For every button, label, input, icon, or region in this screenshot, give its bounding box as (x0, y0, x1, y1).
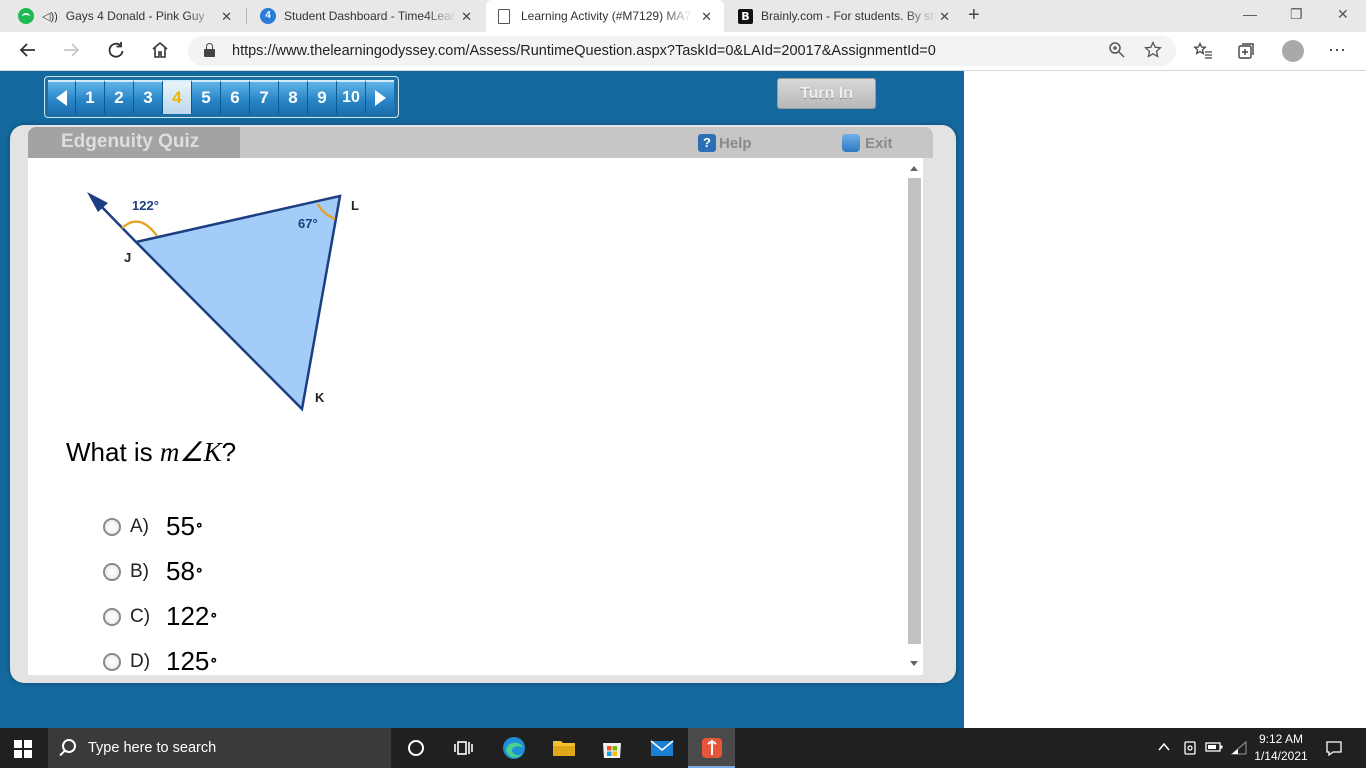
triangle-figure: 122° 67° J L K (87, 192, 359, 412)
vertex-l-label: L (351, 198, 359, 213)
radio-button[interactable] (103, 517, 121, 536)
choice-letter: D) (130, 650, 151, 672)
choice-c[interactable]: C) 122∘ (103, 601, 218, 632)
question-suffix: ? (221, 437, 237, 467)
scroll-down-icon[interactable] (910, 661, 918, 666)
exit-button[interactable]: Exit (842, 134, 893, 152)
system-clock[interactable]: 9:12 AM 1/14/2021 (1246, 731, 1316, 765)
question-prefix: What is (66, 437, 160, 467)
choice-value: 122∘ (166, 601, 218, 632)
exit-icon (842, 134, 860, 152)
radio-button[interactable] (103, 652, 121, 671)
collections-icon[interactable] (1237, 42, 1255, 65)
angle-l-label: 67° (298, 216, 318, 231)
task-view-icon[interactable] (451, 736, 477, 760)
degree-symbol: ∘ (194, 561, 204, 577)
help-icon: ? (698, 134, 716, 152)
exit-label: Exit (865, 134, 893, 152)
choice-letter: B) (130, 560, 149, 582)
window-close-icon[interactable]: ✕ (1337, 6, 1349, 23)
vertex-k-label: K (315, 390, 325, 405)
brainly-icon: B (738, 8, 753, 24)
zoom-icon[interactable] (1108, 41, 1126, 64)
choice-a[interactable]: A) 55∘ (103, 511, 204, 542)
choice-value: 58∘ (166, 556, 204, 587)
scrollbar-thumb[interactable] (908, 178, 921, 644)
network-device-icon[interactable] (1182, 740, 1198, 759)
battery-icon[interactable] (1205, 740, 1223, 757)
radio-button[interactable] (103, 562, 121, 581)
search-icon (62, 739, 76, 753)
choice-d[interactable]: D) 125∘ (103, 646, 218, 677)
choice-number: 125 (166, 646, 210, 676)
choice-b[interactable]: B) 58∘ (103, 556, 204, 587)
taskbar-search-box[interactable]: Type here to search (48, 728, 391, 768)
choice-letter: A) (130, 515, 149, 537)
help-label: Help (719, 134, 752, 152)
radio-button[interactable] (103, 607, 121, 626)
app-icon (702, 738, 722, 758)
chevron-up-icon[interactable] (1157, 740, 1171, 757)
turn-in-button[interactable]: Turn In (777, 78, 876, 109)
choice-number: 58 (166, 556, 195, 586)
help-button[interactable]: ? Help (698, 134, 752, 152)
choice-value: 55∘ (166, 511, 204, 542)
choice-value: 125∘ (166, 646, 218, 677)
favorites-icon[interactable] (1193, 41, 1213, 65)
choice-letter: C) (130, 605, 151, 627)
close-icon[interactable]: ✕ (701, 9, 712, 25)
windows-start-icon[interactable] (14, 740, 32, 758)
cortana-icon[interactable] (403, 736, 429, 760)
tab-brainly[interactable]: B Brainly.com - For students. By student… (724, 0, 962, 32)
close-icon[interactable]: ✕ (939, 9, 950, 25)
favorite-star-icon[interactable] (1144, 40, 1162, 64)
active-app-button[interactable] (688, 728, 735, 768)
scroll-up-icon[interactable] (910, 166, 918, 171)
clock-date: 1/14/2021 (1254, 749, 1308, 763)
more-menu-icon[interactable]: ··· (1328, 39, 1346, 60)
restore-icon[interactable]: ❐ (1290, 6, 1303, 23)
page-blank-area (964, 71, 1366, 728)
question-text: What is m∠K? (66, 437, 236, 468)
content-scrollbar[interactable] (907, 158, 923, 675)
vertex-j-label: J (124, 250, 131, 265)
search-placeholder: Type here to search (88, 740, 217, 756)
tab-title: Brainly.com - For students. By students (761, 9, 937, 23)
page-icon (498, 8, 510, 24)
tab-learning-activity[interactable]: Learning Activity (#M7129) MA7 ✕ (486, 0, 724, 32)
choice-number: 55 (166, 511, 195, 541)
microsoft-store-icon[interactable] (599, 736, 625, 760)
degree-symbol: ∘ (194, 516, 204, 532)
tab-title: Learning Activity (#M7129) MA7 (521, 9, 692, 23)
new-tab-button[interactable]: + (968, 4, 980, 27)
clock-time: 9:12 AM (1258, 732, 1304, 746)
question-math: m∠K (159, 437, 222, 467)
mail-icon[interactable] (649, 736, 675, 760)
file-explorer-icon[interactable] (551, 736, 577, 760)
degree-symbol: ∘ (209, 606, 219, 622)
degree-symbol: ∘ (209, 651, 219, 667)
choice-number: 122 (166, 601, 210, 631)
windows-taskbar: Type here to search 9:12 AM 1/14/2021 (0, 728, 1366, 768)
notifications-icon[interactable] (1325, 739, 1343, 760)
close-icon[interactable]: ✕ (461, 9, 472, 25)
profile-avatar[interactable] (1282, 40, 1304, 62)
exterior-angle-label: 122° (132, 198, 159, 213)
edge-browser-icon[interactable] (501, 736, 527, 760)
minimize-icon[interactable]: — (1243, 6, 1257, 22)
